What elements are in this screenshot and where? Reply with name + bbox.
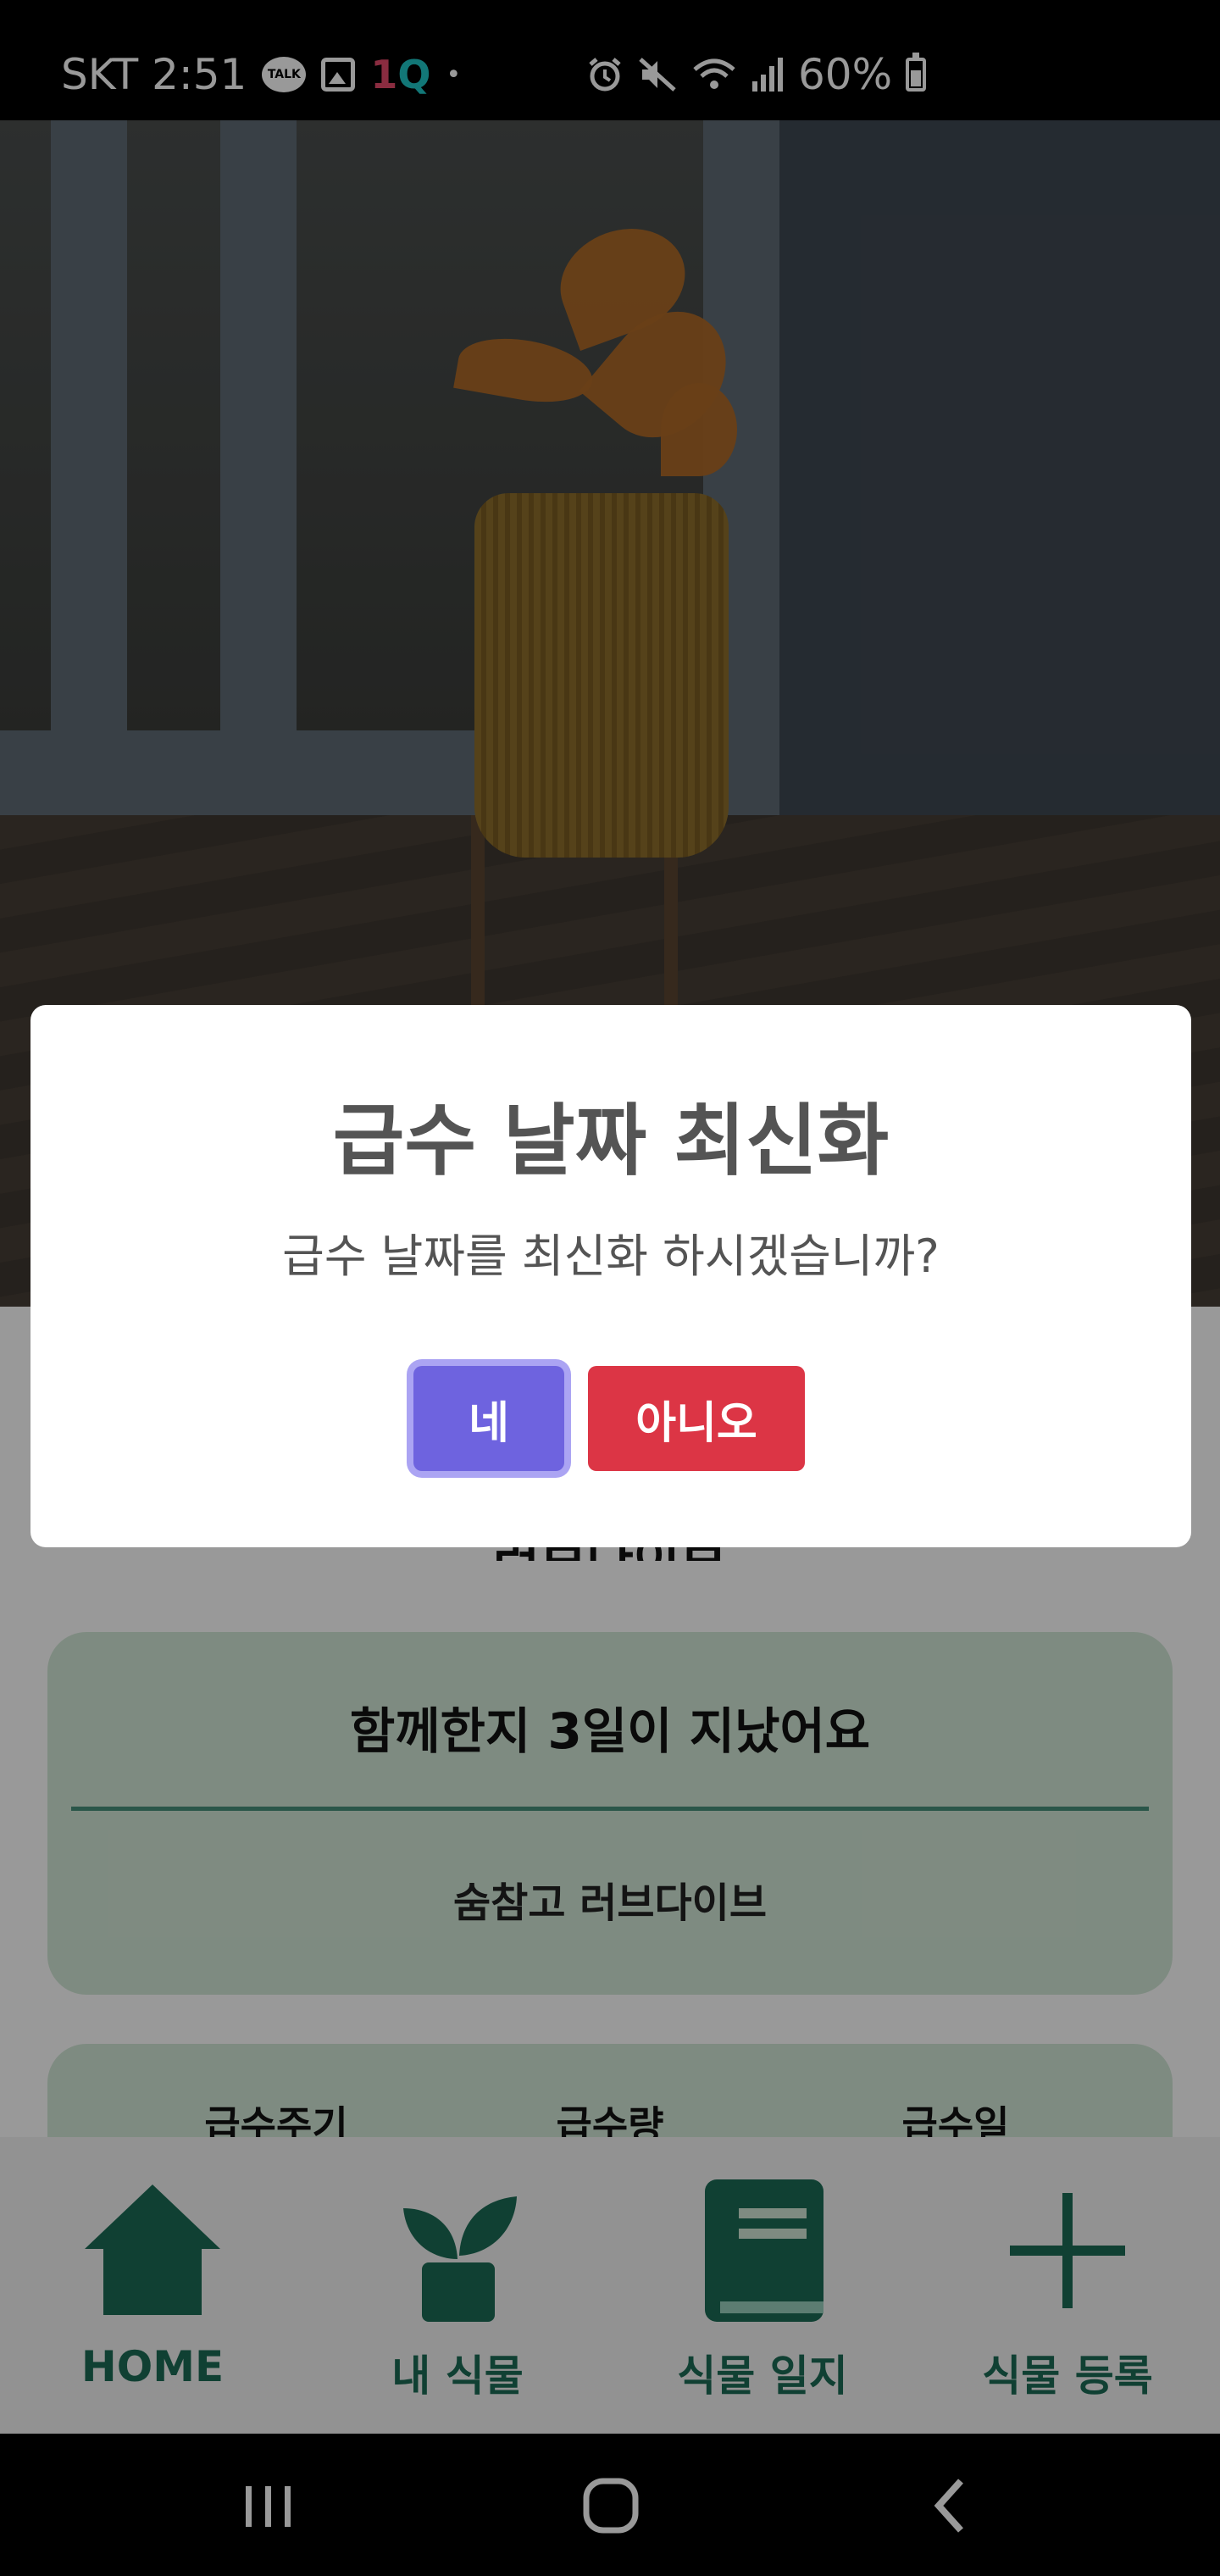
dialog-title: 급수 날짜 최신화 — [332, 1096, 890, 1186]
confirm-button[interactable]: 네 — [413, 1366, 564, 1471]
dialog-message: 급수 날짜를 최신화 하시겠습니까? — [282, 1230, 940, 1283]
update-watering-date-dialog: 급수 날짜 최신화 급수 날짜를 최신화 하시겠습니까? 네 아니오 — [30, 1005, 1191, 1547]
cancel-button[interactable]: 아니오 — [588, 1366, 805, 1471]
